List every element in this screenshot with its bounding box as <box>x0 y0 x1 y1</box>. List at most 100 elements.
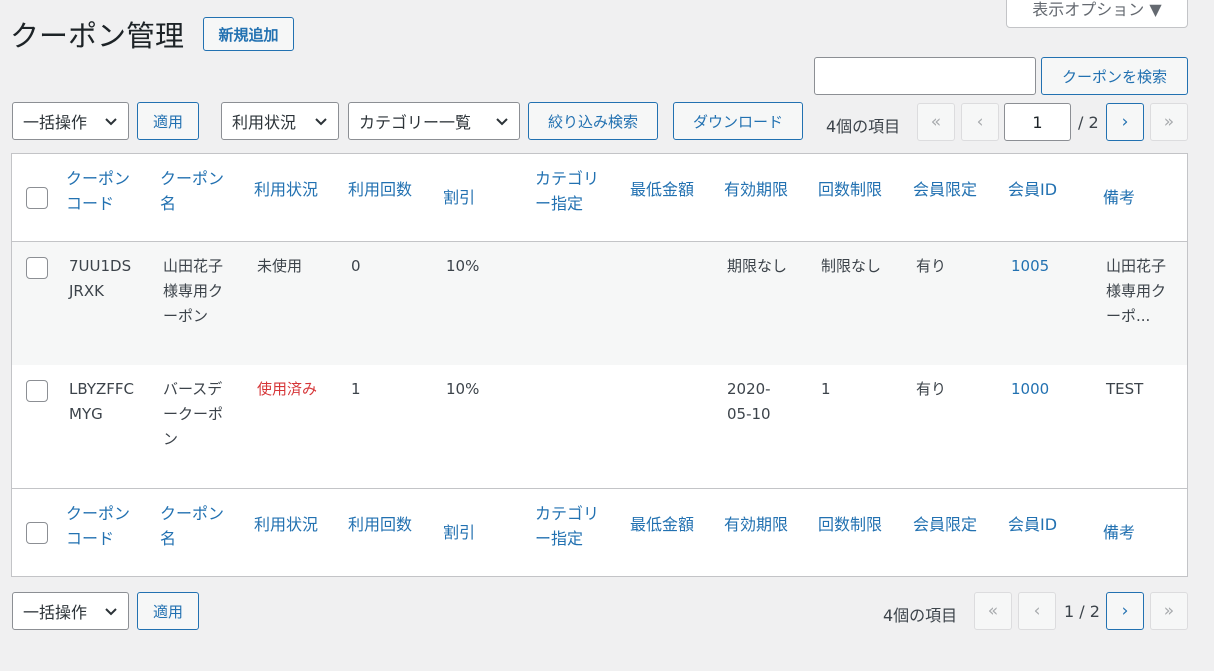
item-count: 4個の項目 <box>826 117 901 136</box>
cell-line: 山田花子 <box>163 257 224 275</box>
footer-member-only[interactable]: 会員限定 <box>913 512 977 537</box>
cell-member-id[interactable]: 1005 <box>1011 254 1049 279</box>
coupon-table: クーポン コード クーポン名利用状況 利用回数 割引 カテゴリ ー指定 最低金額 有効期限 回数制… <box>11 153 1188 577</box>
cell-limit: 1 <box>821 380 831 398</box>
cell-line: 様専用ク <box>1106 282 1167 300</box>
column-header-line: ー指定 <box>535 194 584 213</box>
chevron-down-icon <box>495 111 509 131</box>
row-checkbox[interactable] <box>26 380 48 402</box>
cell-note: 山田花子 様専用ク ーポ... <box>1106 254 1166 329</box>
cell-line: MYG <box>69 405 103 423</box>
column-header-line: 会員ID <box>1008 515 1058 534</box>
footer-discount[interactable]: 割引 <box>443 520 475 545</box>
header-expiry[interactable]: 有効期限 <box>724 177 788 202</box>
search-input[interactable] <box>814 57 1036 95</box>
total-pages: / 2 <box>1078 113 1099 132</box>
last-page-button[interactable]: » <box>1150 103 1188 141</box>
column-header-line: 割引 <box>443 188 476 207</box>
header-limit[interactable]: 回数制限 <box>818 177 882 202</box>
header-discount[interactable]: 割引 <box>443 185 475 210</box>
cell-line: TEST <box>1106 380 1144 398</box>
footer-limit[interactable]: 回数制限 <box>818 512 882 537</box>
cell-code: LBYZFFC MYG <box>69 377 134 427</box>
footer-uses[interactable]: 利用回数 <box>348 512 412 537</box>
column-header-line: 名 <box>160 194 177 213</box>
column-header-line: 利用回数 <box>348 515 413 534</box>
row-checkbox[interactable] <box>26 257 48 279</box>
header-min-amount[interactable]: 最低金額 <box>630 177 694 202</box>
column-header-line: 利用状況 <box>254 515 319 534</box>
column-header-line: 会員限定 <box>913 180 978 199</box>
cell-line: 2020- <box>727 380 771 398</box>
column-header-line: 会員限定 <box>913 515 978 534</box>
filter-button[interactable]: 絞り込み検索 <box>528 102 658 140</box>
first-page-button[interactable]: « <box>917 103 955 141</box>
bulk-action-label: 一括操作 <box>23 603 88 622</box>
bulk-action-select[interactable]: 一括操作 <box>12 102 129 140</box>
chevron-down-icon <box>314 111 328 131</box>
header-category[interactable]: カテゴリ ー指定 <box>535 166 599 216</box>
header-member-only[interactable]: 会員限定 <box>913 177 977 202</box>
prev-page-button-bottom[interactable]: ‹ <box>1018 592 1056 630</box>
cell-line: ン <box>163 430 179 448</box>
cell-member-only: 有り <box>916 257 947 275</box>
cell-limit: 制限なし <box>821 257 882 275</box>
download-button[interactable]: ダウンロード <box>673 102 803 140</box>
footer-coupon-name[interactable]: クーポン名 <box>160 501 224 551</box>
cell-expiry: 期限なし <box>727 254 787 279</box>
cell-status: 未使用 <box>257 257 303 275</box>
chevron-down-icon <box>104 601 118 621</box>
column-header-line: カテゴリ <box>535 169 600 188</box>
cell-expiry: 2020- 05-10 <box>727 377 771 427</box>
category-filter-select[interactable]: カテゴリー一覧 <box>348 102 520 140</box>
column-header-line: 回数制限 <box>818 180 883 199</box>
last-page-button-bottom[interactable]: » <box>1150 592 1188 630</box>
cell-line: 7UU1DS <box>69 257 132 275</box>
cell-line: 05-10 <box>727 405 771 423</box>
cell-line: 山田花子 <box>1106 257 1167 275</box>
header-member-id[interactable]: 会員ID <box>1008 177 1057 202</box>
column-header-line: クーポン <box>160 169 225 188</box>
prev-page-button[interactable]: ‹ <box>961 103 999 141</box>
footer-min-amount[interactable]: 最低金額 <box>630 512 694 537</box>
first-page-button-bottom[interactable]: « <box>974 592 1012 630</box>
cell-line: ークーポ <box>163 405 224 423</box>
header-coupon-name[interactable]: クーポン名 <box>160 166 224 216</box>
table-header: クーポン コード クーポン名利用状況 利用回数 割引 カテゴリ ー指定 最低金額 有効期限 回数制… <box>12 154 1187 242</box>
column-header-line: ー指定 <box>535 529 584 548</box>
footer-note[interactable]: 備考 <box>1103 520 1135 545</box>
footer-category[interactable]: カテゴリ ー指定 <box>535 501 599 551</box>
bulk-action-select-bottom[interactable]: 一括操作 <box>12 592 129 630</box>
cell-line: JRXK <box>69 282 104 300</box>
header-status[interactable]: 利用状況 <box>254 177 318 202</box>
category-filter-label: カテゴリー一覧 <box>359 113 472 132</box>
column-header-line: 最低金額 <box>630 515 695 534</box>
table-footer: クーポン コード クーポン名 利用状況 利用回数 割引 カテゴリ ー指定 最低金額 有効期限 回数制… <box>12 488 1187 576</box>
screen-options-button[interactable]: 表示オプション ▼ <box>1006 0 1188 28</box>
footer-status[interactable]: 利用状況 <box>254 512 318 537</box>
table-row: 7UU1DS JRXK 山田花子 様専用ク ーポン 未使用 0 10% 期限なし 制限なし 有り 10… <box>12 242 1187 365</box>
current-page-input[interactable]: 1 <box>1004 103 1071 141</box>
apply-button-bottom[interactable]: 適用 <box>137 592 199 630</box>
footer-expiry[interactable]: 有効期限 <box>724 512 788 537</box>
cell-uses: 0 <box>351 257 361 275</box>
cell-line: ーポン <box>163 307 209 325</box>
header-coupon-code[interactable]: クーポン コード <box>66 166 130 216</box>
footer-member-id[interactable]: 会員ID <box>1008 512 1057 537</box>
header-note[interactable]: 備考 <box>1103 185 1135 210</box>
search-coupons-button[interactable]: クーポンを検索 <box>1041 57 1188 95</box>
add-new-button[interactable]: 新規追加 <box>203 17 294 51</box>
page-title: クーポン管理 <box>10 19 185 53</box>
footer-coupon-code[interactable]: クーポン コード <box>66 501 130 551</box>
bulk-action-label: 一括操作 <box>23 113 88 132</box>
select-all-checkbox[interactable] <box>26 187 48 209</box>
next-page-button-bottom[interactable]: › <box>1106 592 1144 630</box>
cell-member-id[interactable]: 1000 <box>1011 377 1049 402</box>
next-page-button[interactable]: › <box>1106 103 1144 141</box>
apply-button[interactable]: 適用 <box>137 102 199 140</box>
column-header-line: 利用状況 <box>254 180 319 199</box>
usage-filter-select[interactable]: 利用状況 <box>221 102 339 140</box>
header-uses[interactable]: 利用回数 <box>348 177 412 202</box>
cell-code: 7UU1DS JRXK <box>69 254 131 304</box>
select-all-checkbox-footer[interactable] <box>26 522 48 544</box>
